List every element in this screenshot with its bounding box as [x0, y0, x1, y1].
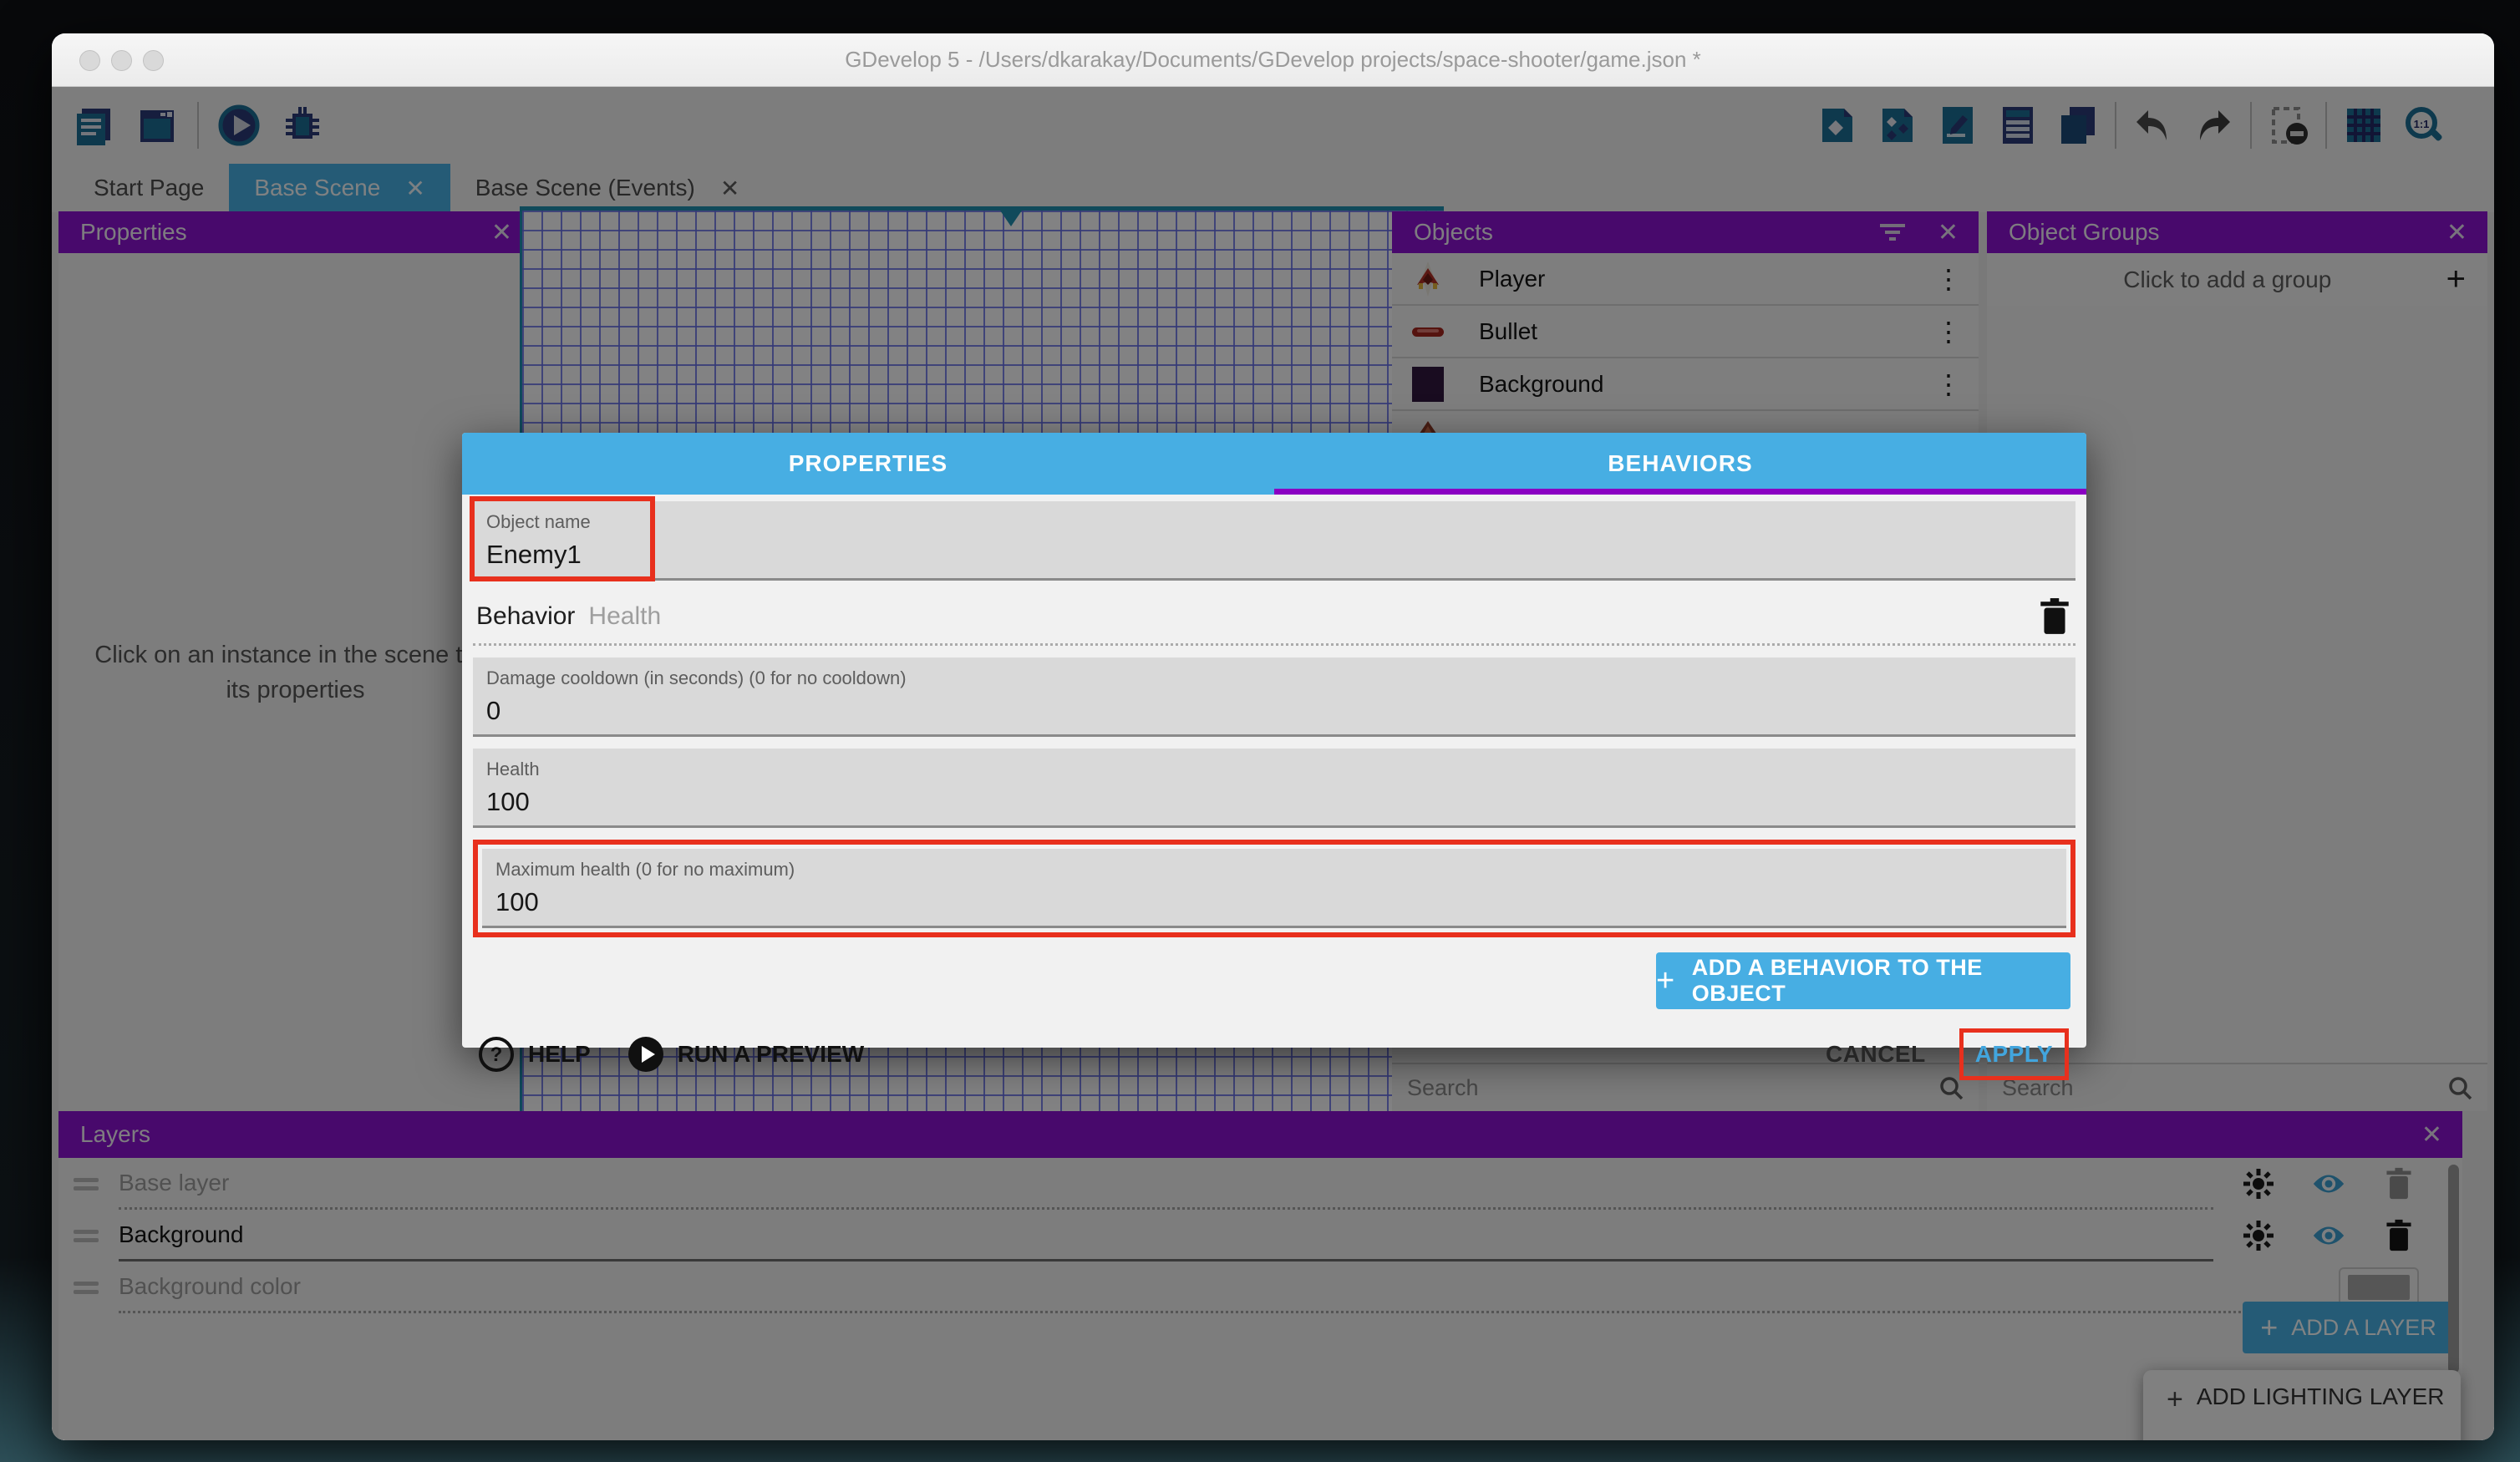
highlight-box-apply: APPLY [1959, 1028, 2069, 1080]
trash-icon [2039, 597, 2070, 636]
run-preview-button[interactable]: RUN A PREVIEW [627, 1036, 865, 1073]
active-tab-underline [1274, 489, 2086, 495]
health-field[interactable]: Health 100 [473, 749, 2075, 828]
minimize-button[interactable] [111, 50, 132, 71]
damage-cooldown-field[interactable]: Damage cooldown (in seconds) (0 for no c… [473, 657, 2075, 737]
object-name-label: Object name [486, 511, 2062, 533]
close-button[interactable] [79, 50, 100, 71]
highlight-box-max-health: Maximum health (0 for no maximum) 100 [473, 840, 2075, 937]
tab-behaviors[interactable]: BEHAVIORS [1274, 433, 2086, 495]
titlebar: GDevelop 5 - /Users/dkarakay/Documents/G… [52, 33, 2494, 87]
app-window: GDevelop 5 - /Users/dkarakay/Documents/G… [52, 33, 2494, 1440]
plus-icon: + [1656, 963, 1675, 999]
dialog-footer: ? HELP RUN A PREVIEW CANCEL APPLY [473, 1028, 2075, 1081]
svg-text:?: ? [490, 1043, 503, 1066]
help-button[interactable]: ? HELP [478, 1036, 591, 1073]
object-editor-tabs: PROPERTIES BEHAVIORS [462, 433, 2086, 495]
behavior-name-input[interactable]: Health [588, 602, 661, 631]
tab-properties[interactable]: PROPERTIES [462, 433, 1274, 495]
highlight-box-object-name [470, 496, 655, 581]
object-name-value: Enemy1 [486, 540, 2062, 570]
window-title: GDevelop 5 - /Users/dkarakay/Documents/G… [52, 33, 2494, 85]
add-behavior-button[interactable]: + ADD A BEHAVIOR TO THE OBJECT [1656, 952, 2070, 1009]
apply-button[interactable]: APPLY [1975, 1041, 2053, 1067]
behavior-label: Behavior [476, 602, 575, 631]
maximize-button[interactable] [143, 50, 164, 71]
help-icon: ? [478, 1036, 515, 1073]
delete-behavior-button[interactable] [2039, 597, 2070, 640]
cancel-button[interactable]: CANCEL [1826, 1041, 1926, 1068]
play-icon [627, 1036, 664, 1073]
object-editor-dialog: PROPERTIES BEHAVIORS Object name Enemy1 … [462, 433, 2086, 1048]
behavior-header-row: Behavior Health [473, 594, 2075, 646]
app-content: 1:1 Start Page Base Scene ✕ Base Scene (… [52, 87, 2494, 1440]
max-health-field[interactable]: Maximum health (0 for no maximum) 100 [482, 849, 2066, 928]
object-name-field[interactable]: Object name Enemy1 [473, 501, 2075, 581]
